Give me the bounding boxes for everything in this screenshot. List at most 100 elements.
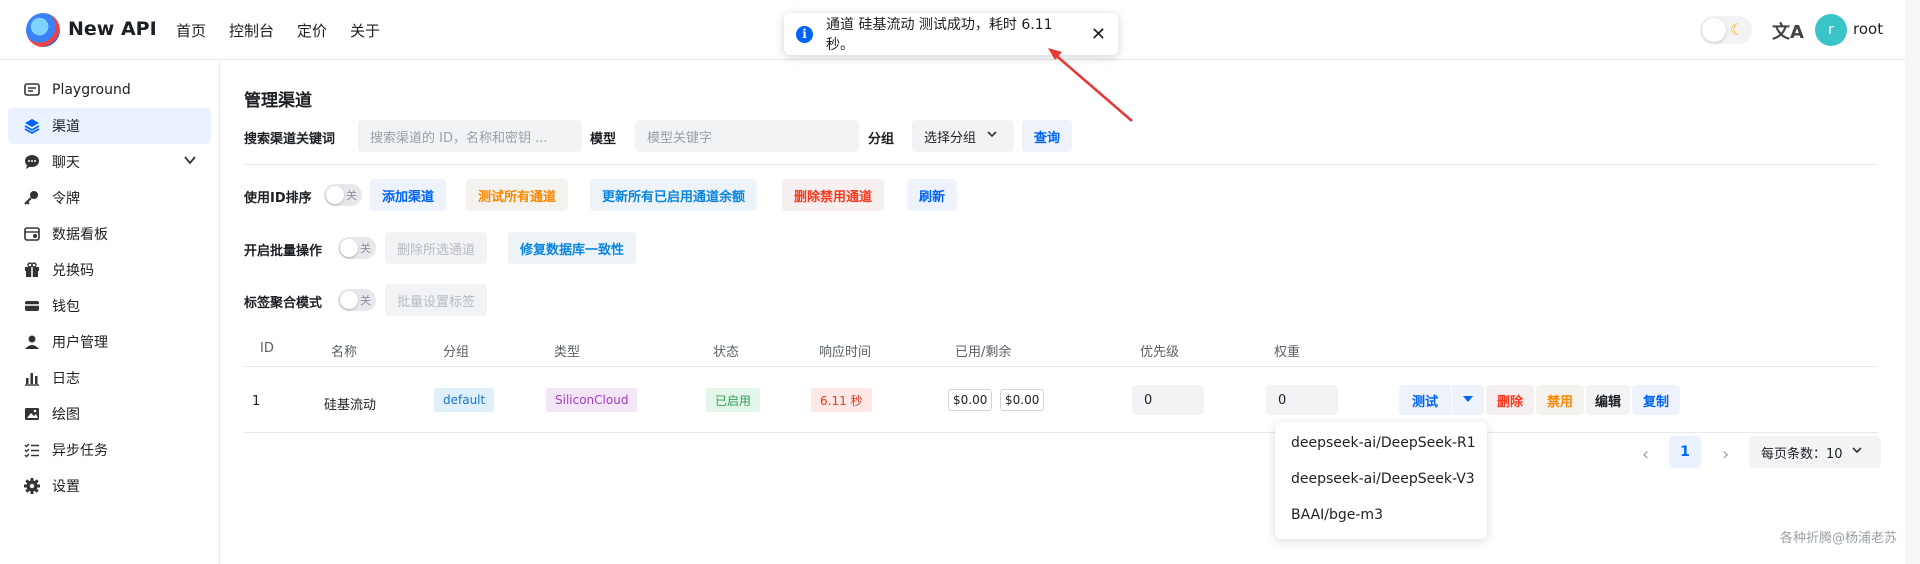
- user-icon: [22, 332, 42, 352]
- group-label: 分组: [868, 132, 895, 147]
- column-header-used-remaining[interactable]: 已用/剩余: [955, 341, 1011, 360]
- tag-mode-label: 标签聚合模式: [244, 296, 323, 311]
- delete-button[interactable]: 删除: [1486, 385, 1534, 415]
- table-header-divider: [244, 366, 1878, 367]
- test-model-dropdown: deepseek-ai/DeepSeek-R1 deepseek-ai/Deep…: [1275, 422, 1487, 539]
- sidebar-item-async-tasks[interactable]: 异步任务: [8, 432, 211, 468]
- chevron-down-icon: [1851, 444, 1863, 460]
- toast-message: 通道 硅基流动 测试成功，耗时 6.11 秒。: [826, 17, 1053, 53]
- row-id: 1: [252, 394, 261, 409]
- sidebar-item-chat[interactable]: 聊天: [8, 144, 211, 180]
- username[interactable]: root: [1853, 20, 1883, 38]
- delete-disabled-button[interactable]: 删除禁用通道: [782, 179, 885, 211]
- chat-box-icon: [22, 80, 42, 100]
- logo-icon[interactable]: [26, 13, 60, 47]
- layers-icon: [22, 116, 42, 136]
- dropdown-item-deepseek-v3[interactable]: deepseek-ai/DeepSeek-V3: [1291, 471, 1475, 487]
- add-channel-button[interactable]: 添加渠道: [370, 179, 447, 211]
- keyword-search-input[interactable]: 搜索渠道的 ID，名称和密钥 ...: [358, 120, 582, 152]
- group-select[interactable]: 选择分组: [912, 120, 1014, 152]
- update-balance-button[interactable]: 更新所有已启用通道余额: [590, 179, 758, 211]
- column-header-response-time[interactable]: 响应时间: [819, 341, 871, 360]
- model-label: 模型: [590, 132, 617, 147]
- sidebar-item-tokens[interactable]: 令牌: [8, 180, 211, 216]
- chevron-down-icon: [986, 128, 998, 144]
- column-header-type[interactable]: 类型: [554, 341, 580, 360]
- column-header-id[interactable]: ID: [260, 341, 274, 356]
- batch-set-tag-button[interactable]: 批量设置标签: [385, 284, 488, 316]
- theme-toggle[interactable]: ☾: [1700, 16, 1752, 44]
- remaining-quota[interactable]: $0.00: [1000, 389, 1045, 411]
- query-button[interactable]: 查询: [1022, 120, 1073, 152]
- delete-selected-button[interactable]: 删除所选通道: [385, 232, 488, 264]
- sidebar-item-wallet[interactable]: 钱包: [8, 288, 211, 324]
- priority-input[interactable]: 0: [1132, 385, 1204, 415]
- arrow-line: [1051, 51, 1133, 122]
- column-header-status[interactable]: 状态: [713, 341, 739, 360]
- nav-console[interactable]: 控制台: [229, 20, 274, 41]
- task-list-icon: [22, 440, 42, 460]
- brand-name[interactable]: New API: [68, 18, 157, 40]
- moon-icon: ☾: [1730, 20, 1745, 39]
- top-nav: 首页 控制台 定价 关于: [176, 20, 380, 41]
- sidebar-item-label: 渠道: [52, 119, 80, 135]
- refresh-button[interactable]: 刷新: [907, 179, 958, 211]
- dropdown-item-deepseek-r1[interactable]: deepseek-ai/DeepSeek-R1: [1291, 435, 1476, 451]
- sidebar-item-label: 设置: [52, 479, 80, 495]
- credit-card-icon: [22, 296, 42, 316]
- nav-about[interactable]: 关于: [350, 20, 380, 41]
- status-badge: 已启用: [706, 388, 761, 412]
- sort-by-id-switch[interactable]: 关: [324, 184, 362, 206]
- nav-pricing[interactable]: 定价: [297, 20, 327, 41]
- sidebar-item-label: 钱包: [52, 299, 80, 315]
- sidebar-item-label: 聊天: [52, 155, 80, 171]
- sidebar-item-users[interactable]: 用户管理: [8, 324, 211, 360]
- switch-knob: [340, 239, 358, 257]
- avatar[interactable]: r: [1815, 14, 1847, 46]
- sidebar-item-drawing[interactable]: 绘图: [8, 396, 211, 432]
- sidebar-item-label: 兑换码: [52, 263, 94, 279]
- chat-bubble-icon: [22, 152, 42, 172]
- switch-text: 关: [360, 294, 371, 307]
- type-tag: SiliconCloud: [546, 388, 638, 412]
- test-button[interactable]: 测试: [1399, 385, 1451, 415]
- page-1-button[interactable]: 1: [1669, 436, 1701, 468]
- column-header-group[interactable]: 分组: [443, 341, 469, 360]
- page-scrollbar[interactable]: [1905, 0, 1920, 564]
- sidebar-item-settings[interactable]: 设置: [8, 468, 211, 504]
- translate-icon[interactable]: 文A: [1772, 18, 1804, 44]
- sidebar-item-redeem[interactable]: 兑换码: [8, 252, 211, 288]
- column-header-name[interactable]: 名称: [331, 341, 357, 360]
- group-tag: default: [434, 388, 495, 412]
- chevron-right-icon[interactable]: ›: [1722, 444, 1729, 465]
- copy-button[interactable]: 复制: [1632, 385, 1680, 415]
- column-header-weight[interactable]: 权重: [1274, 341, 1300, 360]
- batch-mode-switch[interactable]: 关: [338, 237, 376, 259]
- model-search-input[interactable]: 模型关键字: [635, 120, 859, 152]
- nav-home[interactable]: 首页: [176, 20, 206, 41]
- image-icon: [22, 404, 42, 424]
- chevron-left-icon[interactable]: ‹: [1642, 444, 1649, 465]
- theme-toggle-knob: [1702, 18, 1726, 42]
- dropdown-item-bge-m3[interactable]: BAAI/bge-m3: [1291, 507, 1383, 523]
- test-model-dropdown-button[interactable]: [1452, 385, 1484, 415]
- page-size-select[interactable]: 每页条数：10: [1749, 436, 1881, 468]
- fix-database-button[interactable]: 修复数据库一致性: [508, 232, 637, 264]
- sidebar-item-channels[interactable]: 渠道: [8, 108, 211, 144]
- sidebar: Playground 渠道 聊天 令牌 数据看板 兑换码 钱包 用户管理 日志 …: [0, 60, 220, 564]
- disable-button[interactable]: 禁用: [1536, 385, 1584, 415]
- sidebar-item-dashboard[interactable]: 数据看板: [8, 216, 211, 252]
- group-select-value: 选择分组: [924, 130, 977, 146]
- test-all-channels-button[interactable]: 测试所有通道: [466, 179, 569, 211]
- column-header-priority[interactable]: 优先级: [1140, 341, 1179, 360]
- sidebar-item-playground[interactable]: Playground: [8, 72, 211, 108]
- sidebar-item-logs[interactable]: 日志: [8, 360, 211, 396]
- dashboard-icon: [22, 224, 42, 244]
- close-icon[interactable]: ✕: [1091, 24, 1106, 45]
- keyword-label: 搜索渠道关键词: [244, 132, 336, 147]
- edit-button[interactable]: 编辑: [1586, 385, 1630, 415]
- tag-mode-switch[interactable]: 关: [338, 289, 376, 311]
- weight-input[interactable]: 0: [1266, 385, 1338, 415]
- gear-icon: [22, 476, 42, 496]
- chevron-down-icon[interactable]: [183, 153, 197, 171]
